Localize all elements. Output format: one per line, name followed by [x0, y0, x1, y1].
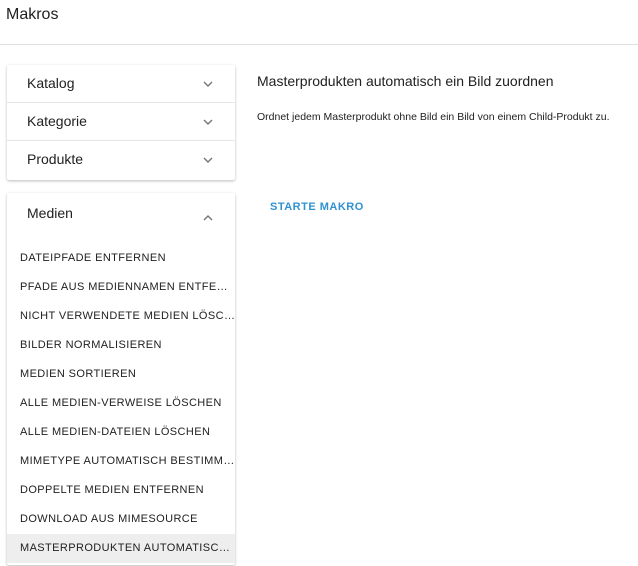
macro-item-download-mimesource[interactable]: DOWNLOAD AUS MIMESOURCE	[7, 505, 235, 534]
accordion-label: Kategorie	[27, 113, 87, 129]
chevron-up-icon	[203, 213, 213, 223]
macro-description: Ordnet jedem Masterprodukt ohne Bild ein…	[257, 111, 610, 123]
accordion-item-medien: Medien DATEIPFADE ENTFERNEN PFADE AUS ME…	[7, 193, 235, 565]
macro-item-mimetype-bestimmen[interactable]: MIMETYPE AUTOMATISCH BESTIMMEN	[7, 447, 235, 476]
macro-title: Masterprodukten automatisch ein Bild zuo…	[257, 73, 554, 89]
media-macro-list: DATEIPFADE ENTFERNEN PFADE AUS MEDIENNAM…	[7, 244, 235, 563]
macro-item-pfade-aus-mediennamen[interactable]: PFADE AUS MEDIENNAMEN ENTFERNEN	[7, 273, 235, 302]
chevron-down-icon	[203, 117, 213, 127]
accordion-item-produkte[interactable]: Produkte	[7, 141, 235, 180]
macro-item-dateipfade-entfernen[interactable]: DATEIPFADE ENTFERNEN	[7, 244, 235, 273]
macro-item-bilder-normalisieren[interactable]: BILDER NORMALISIEREN	[7, 331, 235, 360]
start-macro-button[interactable]: STARTE MAKRO	[257, 196, 377, 218]
accordion-label: Katalog	[27, 75, 75, 91]
accordion-item-katalog[interactable]: Katalog	[7, 65, 235, 103]
macro-item-medien-sortieren[interactable]: MEDIEN SORTIEREN	[7, 360, 235, 389]
macro-item-masterprodukten-bild[interactable]: MASTERPRODUKTEN AUTOMATISCH EIN BILD ZUO…	[7, 534, 235, 563]
chevron-down-icon	[203, 79, 213, 89]
macro-category-accordion: Katalog Kategorie Produkte	[7, 65, 235, 180]
macro-item-nicht-verwendete-medien[interactable]: NICHT VERWENDETE MEDIEN LÖSCHEN	[7, 302, 235, 331]
page-title: Makros	[6, 6, 59, 23]
macro-item-doppelte-medien[interactable]: DOPPELTE MEDIEN ENTFERNEN	[7, 476, 235, 505]
accordion-item-kategorie[interactable]: Kategorie	[7, 103, 235, 141]
accordion-label: Medien	[27, 205, 73, 221]
accordion-label: Produkte	[27, 151, 84, 167]
accordion-header-medien[interactable]: Medien	[7, 193, 235, 243]
macro-item-medien-verweise-loeschen[interactable]: ALLE MEDIEN-VERWEISE LÖSCHEN	[7, 389, 235, 418]
page-header: Makros	[0, 0, 638, 45]
macro-item-medien-dateien-loeschen[interactable]: ALLE MEDIEN-DATEIEN LÖSCHEN	[7, 418, 235, 447]
chevron-down-icon	[203, 155, 213, 165]
